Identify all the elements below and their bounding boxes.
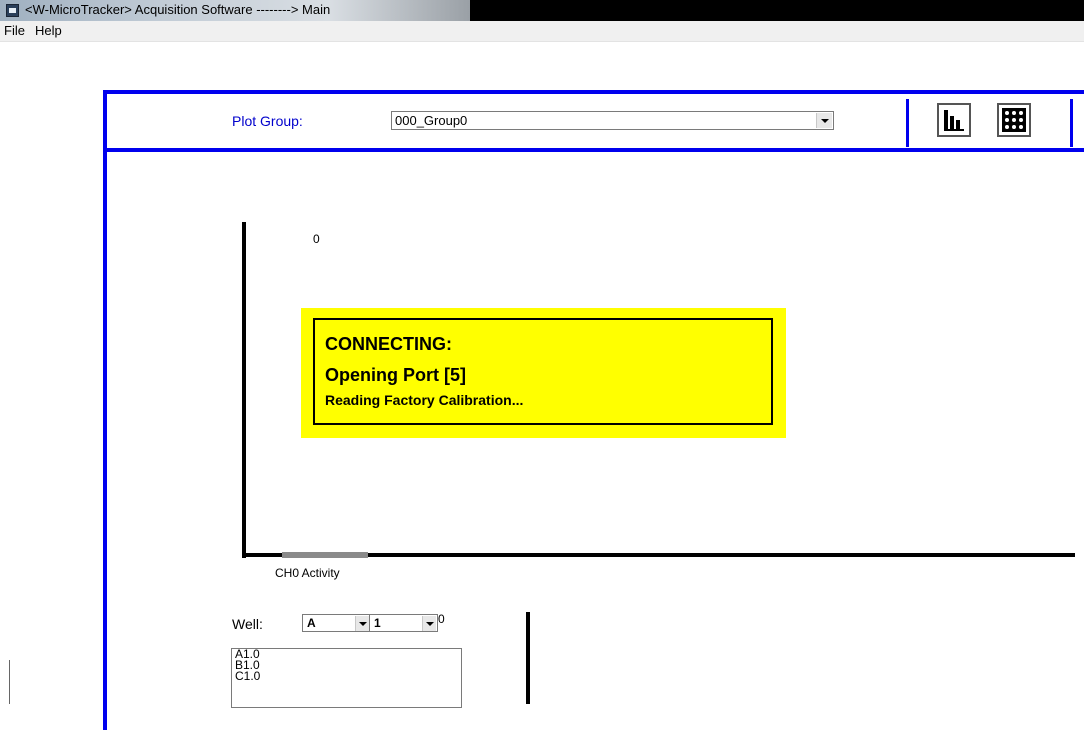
well-grid-button[interactable] <box>997 103 1031 137</box>
well-column-value: 1 <box>374 616 381 630</box>
well-zero-label: 0 <box>438 612 445 626</box>
lower-plot-y-axis <box>526 612 530 704</box>
toolbar-separator <box>103 148 1084 152</box>
plot-group-select[interactable]: 000_Group0 <box>391 111 834 130</box>
chevron-down-icon[interactable] <box>422 616 436 631</box>
status-message: Reading Factory Calibration... <box>325 392 524 408</box>
connection-status-border: CONNECTING: Opening Port [5] Reading Fac… <box>313 318 773 425</box>
well-row-select[interactable]: A <box>302 614 371 632</box>
menu-bar: File Help <box>0 21 1084 42</box>
toolbar-divider <box>906 99 909 147</box>
chevron-down-icon[interactable] <box>355 616 369 631</box>
well-column-select[interactable]: 1 <box>369 614 438 632</box>
list-item[interactable]: B1.0 <box>232 659 461 671</box>
y-axis-zero-label: 0 <box>313 232 320 246</box>
list-item[interactable]: A1.0 <box>232 649 461 660</box>
well-row-value: A <box>307 616 316 630</box>
status-title: CONNECTING: <box>325 334 452 354</box>
channel-label: CH0 Activity <box>275 566 340 580</box>
menu-file[interactable]: File <box>4 23 25 38</box>
well-listbox[interactable]: A1.0 B1.0 C1.0 <box>231 648 462 708</box>
well-grid-icon <box>1002 108 1026 132</box>
bar-chart-button[interactable] <box>937 103 971 137</box>
plot-group-value: 000_Group0 <box>395 113 468 128</box>
chevron-down-icon[interactable] <box>816 113 832 128</box>
toolbar-divider-right <box>1070 99 1073 147</box>
plot-y-axis <box>242 222 246 558</box>
plot-group-label: Plot Group: <box>232 113 303 129</box>
title-bar: <W-MicroTracker> Acquisition Software --… <box>0 0 1084 21</box>
well-label: Well: <box>232 616 263 632</box>
window-title: <W-MicroTracker> Acquisition Software --… <box>25 2 331 17</box>
menu-help[interactable]: Help <box>35 23 62 38</box>
status-port: Opening Port [5] <box>325 365 466 385</box>
list-item[interactable]: C1.0 <box>232 670 461 682</box>
bar-chart-icon <box>944 110 964 131</box>
app-icon <box>6 4 19 17</box>
connection-status-panel: CONNECTING: Opening Port [5] Reading Fac… <box>301 308 786 438</box>
window-edge <box>9 660 10 704</box>
channel-activity-bar <box>282 552 368 558</box>
